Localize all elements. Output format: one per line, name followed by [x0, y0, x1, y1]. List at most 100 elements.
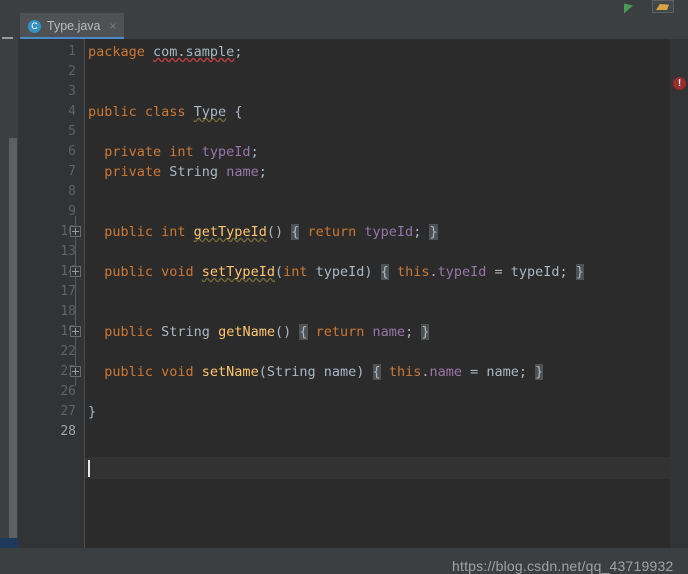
code-token: this — [396, 264, 430, 280]
code-token: com.sample — [153, 44, 235, 60]
code-line[interactable]: 14 public void setTypeId(int typeId) { t… — [18, 262, 688, 282]
tab-type-java[interactable]: C Type.java × — [20, 13, 124, 39]
code-token: ( — [258, 364, 267, 380]
code-line[interactable]: 23 public void setName(String name) { th… — [18, 362, 688, 382]
code-token: ; — [518, 364, 536, 380]
code-token: { — [226, 104, 243, 120]
line-number: 13 — [60, 244, 76, 259]
code-line[interactable]: 22 — [18, 342, 688, 362]
code-text: public class Type { — [88, 102, 242, 122]
code-token: () — [266, 224, 292, 240]
code-line[interactable]: 2 — [18, 62, 688, 82]
current-line-highlight — [85, 457, 688, 479]
fold-expand-icon[interactable] — [70, 266, 81, 277]
line-number: 2 — [68, 64, 76, 79]
code-token: ; — [258, 164, 267, 180]
code-line[interactable]: 19 public String getName() { return name… — [18, 322, 688, 342]
code-token: setName — [201, 364, 259, 380]
run-triangle-icon[interactable] — [622, 0, 636, 14]
code-token: ) — [356, 364, 373, 380]
code-token: public — [88, 324, 162, 340]
vertical-scrollbar-thumb[interactable] — [9, 138, 17, 538]
code-token: typeId — [201, 144, 251, 160]
code-token: String — [169, 164, 227, 180]
code-line[interactable]: 6 private int typeId; — [18, 142, 688, 162]
fold-connector-line — [75, 216, 76, 386]
code-line[interactable]: 1 package com.sample; — [18, 42, 688, 62]
code-line[interactable]: 5 — [18, 122, 688, 142]
code-token: . — [429, 264, 438, 280]
code-token: } — [421, 324, 430, 340]
watermark-text: https://blog.csdn.net/qq_43719932 — [452, 558, 674, 574]
code-text: public int getTypeId() { return typeId; … — [88, 222, 438, 242]
code-token: ) — [364, 264, 381, 280]
line-number: 10 — [60, 224, 76, 239]
line-number: 22 — [60, 344, 76, 359]
code-token: { — [372, 364, 381, 380]
tab-label: Type.java — [47, 19, 101, 33]
line-number: 8 — [68, 184, 76, 199]
close-icon[interactable]: × — [110, 19, 117, 33]
fold-expand-icon[interactable] — [70, 366, 81, 377]
code-token: private int — [88, 144, 202, 160]
code-token: name — [372, 324, 406, 340]
line-number: 19 — [60, 324, 76, 339]
code-line[interactable]: 17 — [18, 282, 688, 302]
line-number: 1 — [68, 44, 76, 59]
code-token: public class — [88, 104, 194, 120]
debug-bug-icon[interactable] — [652, 0, 674, 13]
code-token: () — [274, 324, 300, 340]
code-line[interactable]: 8 — [18, 182, 688, 202]
code-token: typeId — [315, 264, 365, 280]
line-number: 17 — [60, 284, 76, 299]
line-number: 4 — [68, 104, 76, 119]
code-token: int — [283, 264, 316, 280]
code-token: this — [388, 364, 422, 380]
code-token: String — [161, 324, 219, 340]
code-line[interactable]: 9 — [18, 202, 688, 222]
fold-expand-icon[interactable] — [70, 226, 81, 237]
code-line[interactable]: 3 — [18, 82, 688, 102]
code-editor[interactable]: 1 package com.sample; 2 3 4 public class Type… — [18, 39, 688, 574]
code-token: ; — [559, 264, 576, 280]
fold-expand-icon[interactable] — [70, 326, 81, 337]
code-line[interactable]: 27} — [18, 402, 688, 422]
line-number: 6 — [68, 144, 76, 159]
code-token: private — [88, 164, 170, 180]
error-marker-gutter[interactable] — [670, 39, 688, 548]
code-token: public int — [88, 224, 194, 240]
code-text: private String name; — [88, 162, 267, 182]
code-line[interactable]: 18 — [18, 302, 688, 322]
code-line[interactable]: 28 — [18, 422, 688, 442]
java-class-icon: C — [28, 19, 41, 33]
code-line[interactable]: 26 — [18, 382, 688, 402]
error-status-icon[interactable]: ! — [673, 77, 686, 90]
code-token: ; — [405, 324, 422, 340]
code-token: ; — [234, 44, 243, 60]
code-text: private int typeId; — [88, 142, 258, 162]
code-token: } — [535, 364, 544, 380]
code-token: typeId — [510, 264, 560, 280]
code-token: return — [307, 224, 365, 240]
code-token: } — [429, 224, 438, 240]
code-line[interactable]: 13 — [18, 242, 688, 262]
code-line[interactable]: 4 public class Type { — [18, 102, 688, 122]
code-token: ( — [274, 264, 284, 280]
code-line[interactable]: 7 private String name; — [18, 162, 688, 182]
code-token: package — [88, 44, 154, 60]
code-text: public String getName() { return name; } — [88, 322, 430, 342]
code-line[interactable]: 10 public int getTypeId() { return typeI… — [18, 222, 688, 242]
line-number: 28 — [60, 424, 76, 439]
line-number: 26 — [60, 384, 76, 399]
code-text: package com.sample; — [88, 42, 242, 62]
bottom-left-indicator — [0, 538, 18, 548]
line-number: 23 — [60, 364, 76, 379]
top-toolbar — [0, 0, 688, 14]
line-number: 3 — [68, 84, 76, 99]
code-text: public void setName(String name) { this.… — [88, 362, 544, 382]
line-number: 9 — [68, 204, 76, 219]
line-number: 5 — [68, 124, 76, 139]
